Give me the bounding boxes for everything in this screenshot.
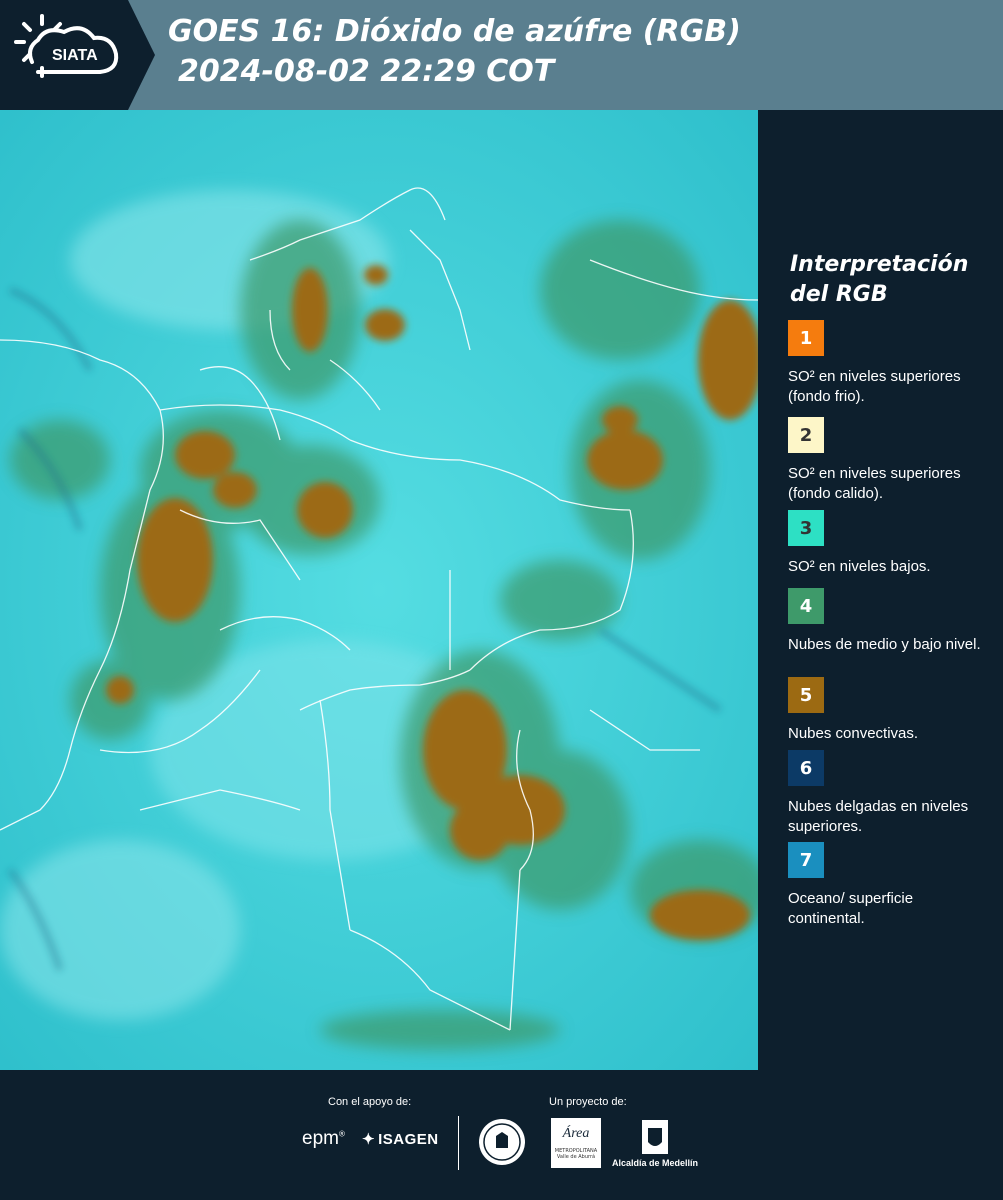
footer-divider bbox=[458, 1116, 459, 1170]
legend-item-7: 7 Oceano/ superficie continental. bbox=[788, 842, 993, 929]
legend-swatch-3: 3 bbox=[788, 510, 824, 546]
legend-label-7: Oceano/ superficie continental. bbox=[788, 890, 914, 927]
title-line-1: GOES 16: Dióxido de azúfre (RGB) bbox=[168, 14, 741, 49]
isagen-mark-icon: ✦ bbox=[362, 1131, 376, 1148]
title-line-2: 2024-08-02 22:29 COT bbox=[178, 54, 555, 89]
project-label: Un proyecto de: bbox=[549, 1096, 627, 1108]
area-metropolitana-logo: Área METROPOLITANA Valle de Aburrá bbox=[551, 1118, 601, 1168]
legend-item-3: 3 SO² en niveles bajos. bbox=[788, 510, 993, 577]
alcaldia-shield-icon bbox=[642, 1120, 668, 1154]
legend-swatch-4: 4 bbox=[788, 588, 824, 624]
legend-label-4: Nubes de medio y bajo nivel. bbox=[788, 636, 981, 653]
siata-logo-block: SIATA bbox=[0, 0, 155, 110]
legend-item-5: 5 Nubes convectivas. bbox=[788, 677, 993, 744]
legend-label-6: Nubes delgadas en niveles superiores. bbox=[788, 798, 969, 835]
legend-panel: Interpretación del RGB 1 SO² en niveles … bbox=[762, 110, 1003, 1070]
legend-item-1: 1 SO² en niveles superiores (fondo frio)… bbox=[788, 320, 993, 407]
siata-logo-icon: SIATA bbox=[14, 14, 119, 78]
legend-title: Interpretación del RGB bbox=[790, 252, 969, 307]
legend-item-6: 6 Nubes delgadas en niveles superiores. bbox=[788, 750, 993, 837]
legend-label-1: SO² en niveles superiores (fondo frio). bbox=[788, 368, 961, 405]
area-logo-subtext: METROPOLITANA Valle de Aburrá bbox=[554, 1148, 598, 1160]
alcaldia-label: Alcaldía de Medellín bbox=[612, 1158, 699, 1168]
legend-item-4: 4 Nubes de medio y bajo nivel. bbox=[788, 588, 993, 655]
legend-label-3: SO² en niveles bajos. bbox=[788, 558, 931, 575]
legend-label-2: SO² en niveles superiores (fondo calido)… bbox=[788, 465, 961, 502]
epm-logo: epm® bbox=[302, 1128, 345, 1149]
satellite-image bbox=[0, 110, 758, 1070]
legend-label-5: Nubes convectivas. bbox=[788, 725, 919, 742]
legend-swatch-7: 7 bbox=[788, 842, 824, 878]
legend-swatch-2: 2 bbox=[788, 417, 824, 453]
legend-item-2: 2 SO² en niveles superiores (fondo calid… bbox=[788, 417, 993, 504]
support-label: Con el apoyo de: bbox=[328, 1096, 412, 1108]
medellin-seal-icon bbox=[479, 1119, 525, 1165]
legend-swatch-6: 6 bbox=[788, 750, 824, 786]
siata-logo-text: SIATA bbox=[52, 47, 98, 64]
area-logo-text: Área bbox=[562, 1126, 590, 1141]
isagen-logo: ✦ ISAGEN bbox=[362, 1131, 439, 1148]
header: SIATA GOES 16: Dióxido de azúfre (RGB) 2… bbox=[0, 0, 1003, 110]
legend-swatch-5: 5 bbox=[788, 677, 824, 713]
legend-swatch-1: 1 bbox=[788, 320, 824, 356]
footer: Con el apoyo de: Un proyecto de: epm® ✦ I… bbox=[0, 1070, 1003, 1200]
